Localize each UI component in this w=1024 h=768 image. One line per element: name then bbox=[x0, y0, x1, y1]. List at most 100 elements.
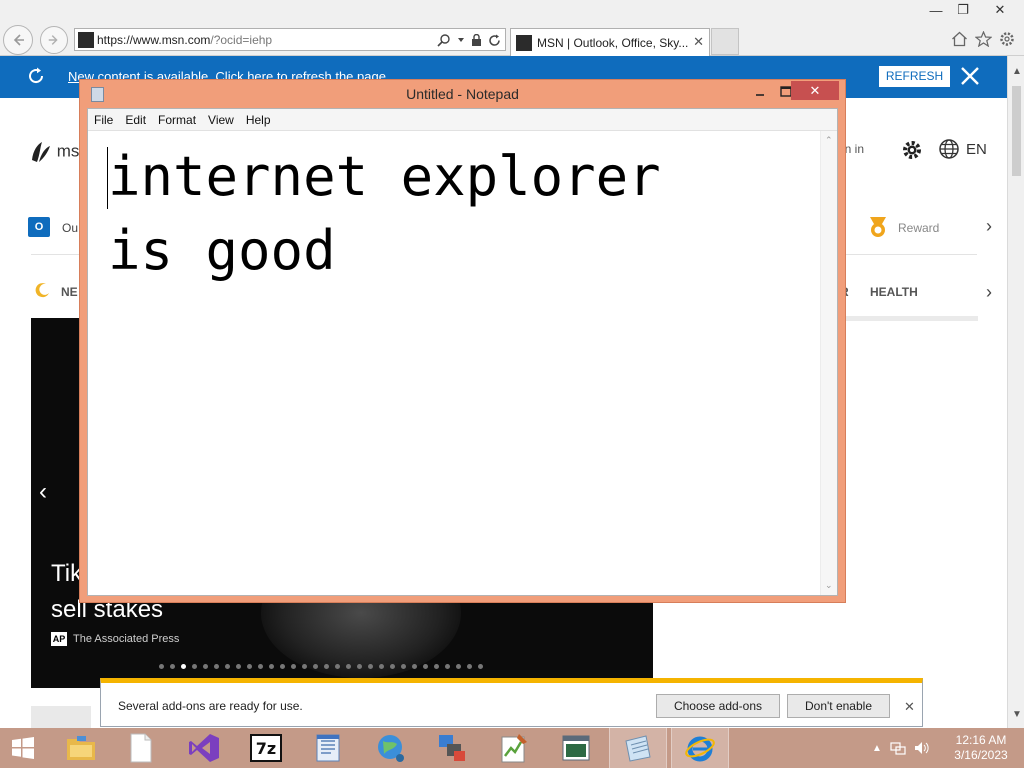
carousel-dot[interactable] bbox=[467, 664, 472, 669]
taskbar-wordpad[interactable] bbox=[299, 728, 357, 768]
start-button[interactable] bbox=[0, 728, 46, 768]
address-url[interactable]: https://www.msn.com/?ocid=iehp bbox=[97, 33, 272, 47]
carousel-dot[interactable] bbox=[159, 664, 164, 669]
scroll-down-icon[interactable]: ▼ bbox=[1012, 709, 1022, 720]
carousel-dot[interactable] bbox=[313, 664, 318, 669]
next-card-thumbnail[interactable] bbox=[31, 706, 91, 728]
scroll-up-icon[interactable]: ⌃ bbox=[825, 135, 833, 146]
tray-expand-icon[interactable]: ▲ bbox=[872, 743, 882, 754]
carousel-dot[interactable] bbox=[258, 664, 263, 669]
search-dropdown-icon[interactable] bbox=[457, 36, 465, 44]
taskbar-network-tool[interactable] bbox=[423, 728, 481, 768]
carousel-dot[interactable] bbox=[214, 664, 219, 669]
nav-health-tab[interactable]: HEALTH bbox=[870, 285, 918, 299]
taskbar-terminal[interactable] bbox=[547, 728, 605, 768]
carousel-dot[interactable] bbox=[335, 664, 340, 669]
rewards-link[interactable]: Rewards bbox=[898, 221, 940, 235]
taskbar-file-explorer[interactable] bbox=[52, 728, 110, 768]
lock-icon[interactable] bbox=[471, 33, 482, 47]
refresh-button[interactable]: REFRESH bbox=[879, 66, 950, 87]
notepad-close-button[interactable]: ✕ bbox=[791, 81, 839, 100]
carousel-dot[interactable] bbox=[324, 664, 329, 669]
carousel-dot[interactable] bbox=[291, 664, 296, 669]
carousel-dot[interactable] bbox=[412, 664, 417, 669]
close-tab-icon[interactable]: ✕ bbox=[693, 34, 704, 50]
settings-gear-icon[interactable] bbox=[901, 139, 923, 161]
carousel-dot[interactable] bbox=[379, 664, 384, 669]
favorites-star-icon[interactable] bbox=[974, 30, 992, 48]
globe-icon[interactable] bbox=[938, 138, 960, 160]
carousel-dot[interactable] bbox=[247, 664, 252, 669]
chevron-right-icon[interactable]: › bbox=[986, 282, 992, 303]
taskbar-visual-studio[interactable] bbox=[175, 728, 233, 768]
carousel-dot[interactable] bbox=[357, 664, 362, 669]
taskbar-internet-explorer[interactable] bbox=[671, 728, 729, 768]
outlook-link[interactable]: Ou bbox=[62, 221, 78, 235]
taskbar-notepad[interactable] bbox=[609, 728, 667, 768]
taskbar-blank-document[interactable] bbox=[112, 728, 170, 768]
carousel-dot[interactable] bbox=[346, 664, 351, 669]
notepad-window[interactable]: Untitled - Notepad ✕ File Edit Format Vi… bbox=[79, 79, 846, 603]
carousel-dot[interactable] bbox=[456, 664, 461, 669]
clock-date: 3/16/2023 bbox=[954, 748, 1008, 762]
menu-help[interactable]: Help bbox=[240, 109, 277, 130]
rewards-medal-icon[interactable] bbox=[866, 215, 890, 239]
carousel-dot[interactable] bbox=[203, 664, 208, 669]
search-icon[interactable] bbox=[437, 33, 451, 47]
taskbar-clock[interactable]: 12:16 AM 3/16/2023 bbox=[948, 733, 1014, 763]
carousel-dot[interactable] bbox=[225, 664, 230, 669]
notepad-scrollbar[interactable]: ⌃ ⌄ bbox=[820, 131, 837, 595]
network-icon[interactable] bbox=[890, 741, 906, 755]
menu-edit[interactable]: Edit bbox=[119, 109, 152, 130]
language-selector[interactable]: EN bbox=[966, 141, 987, 158]
page-scrollbar[interactable]: ▲ ▼ bbox=[1007, 56, 1024, 728]
carousel-dot[interactable] bbox=[280, 664, 285, 669]
carousel-dot[interactable] bbox=[302, 664, 307, 669]
refresh-icon[interactable] bbox=[488, 34, 501, 47]
tools-gear-icon[interactable] bbox=[998, 30, 1016, 48]
scroll-thumb[interactable] bbox=[1012, 86, 1021, 176]
notepad-minimize-button[interactable] bbox=[750, 84, 770, 100]
close-window-button[interactable]: ✕ bbox=[978, 0, 1022, 20]
carousel-prev-icon[interactable]: ‹ bbox=[39, 478, 47, 506]
carousel-dot[interactable] bbox=[401, 664, 406, 669]
back-button[interactable] bbox=[3, 25, 33, 55]
carousel-dot[interactable] bbox=[445, 664, 450, 669]
new-tab-button[interactable] bbox=[711, 28, 739, 55]
carousel-dot[interactable] bbox=[368, 664, 373, 669]
scroll-up-icon[interactable]: ▲ bbox=[1012, 66, 1022, 77]
scroll-down-icon[interactable]: ⌄ bbox=[825, 580, 833, 591]
choose-addons-button[interactable]: Choose add-ons bbox=[656, 694, 780, 718]
chevron-right-icon[interactable]: › bbox=[986, 216, 992, 237]
carousel-dot[interactable] bbox=[390, 664, 395, 669]
carousel-dot[interactable] bbox=[170, 664, 175, 669]
carousel-dot[interactable] bbox=[478, 664, 483, 669]
speaker-icon[interactable] bbox=[914, 741, 930, 755]
restore-button[interactable]: ❐ bbox=[950, 0, 976, 20]
hero-source[interactable]: The Associated Press bbox=[73, 633, 179, 645]
nav-news-tab[interactable]: NE bbox=[61, 285, 78, 299]
refresh-icon[interactable] bbox=[26, 66, 46, 86]
carousel-dot[interactable] bbox=[236, 664, 241, 669]
home-icon[interactable] bbox=[950, 30, 968, 48]
notepad-text-area[interactable]: internet explorer is good bbox=[88, 131, 821, 595]
close-notification-icon[interactable] bbox=[958, 64, 982, 88]
forward-button[interactable] bbox=[40, 26, 68, 54]
carousel-dot[interactable] bbox=[269, 664, 274, 669]
taskbar-notepad-plus-plus[interactable] bbox=[485, 728, 543, 768]
address-bar[interactable]: https://www.msn.com/?ocid=iehp bbox=[74, 28, 506, 51]
carousel-dot[interactable] bbox=[434, 664, 439, 669]
carousel-dot[interactable] bbox=[423, 664, 428, 669]
dont-enable-button[interactable]: Don't enable bbox=[787, 694, 890, 718]
browser-tab-msn[interactable]: MSN | Outlook, Office, Sky... ✕ bbox=[510, 28, 710, 56]
minimize-button[interactable]: — bbox=[922, 0, 950, 20]
taskbar-paint-3d[interactable] bbox=[361, 728, 419, 768]
menu-view[interactable]: View bbox=[202, 109, 240, 130]
close-addons-bar-icon[interactable]: ✕ bbox=[904, 699, 915, 715]
carousel-dot[interactable] bbox=[181, 664, 186, 669]
carousel-dot[interactable] bbox=[192, 664, 197, 669]
taskbar-7zip[interactable]: 7z bbox=[237, 728, 295, 768]
outlook-icon[interactable]: O bbox=[28, 217, 50, 237]
menu-file[interactable]: File bbox=[88, 109, 119, 130]
menu-format[interactable]: Format bbox=[152, 109, 202, 130]
